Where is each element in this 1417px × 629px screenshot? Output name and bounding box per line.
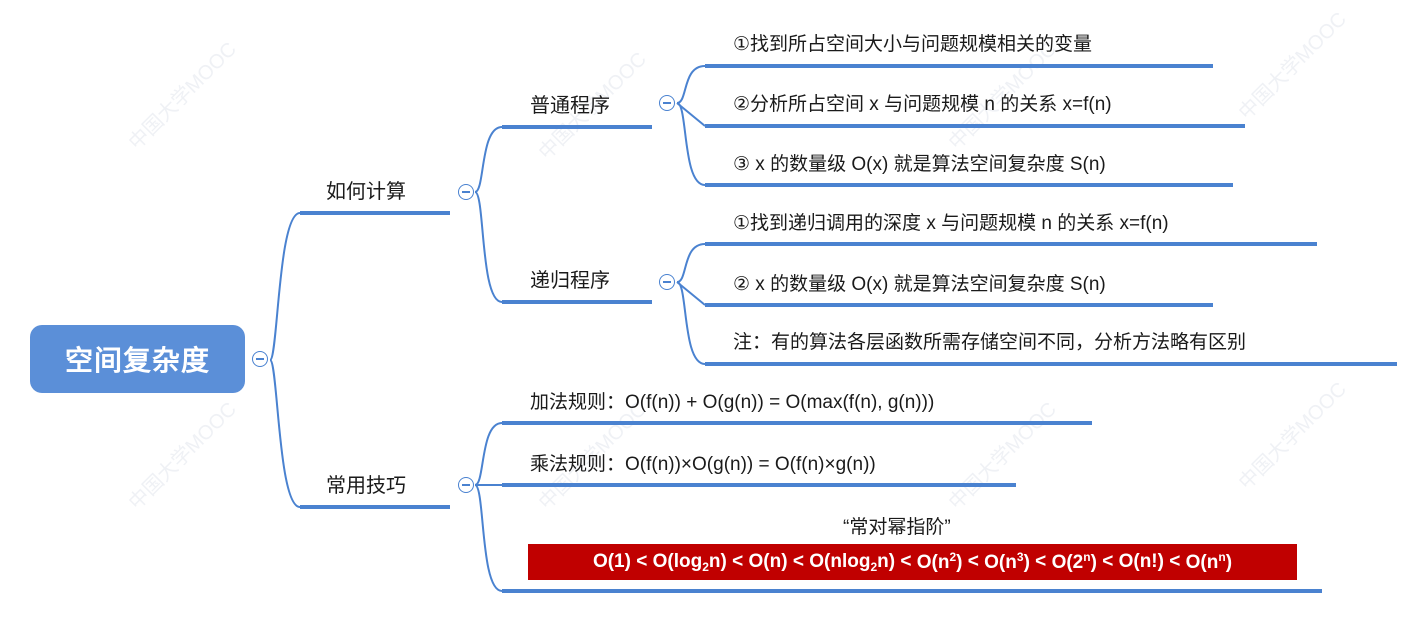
collapse-tips-icon[interactable] (458, 477, 474, 493)
order-separator: < (732, 551, 744, 572)
leaf-underline (502, 421, 1092, 425)
node-underline (300, 211, 450, 215)
node-how-to-calc[interactable]: 如何计算 (326, 180, 406, 204)
order-term: O(n2) (916, 550, 963, 573)
link-tips-order (474, 484, 503, 592)
order-term: O(nn) (1185, 550, 1233, 573)
complexity-order-highlight[interactable]: O(1) < O(log2n) < O(n) < O(nlog2n) < O(n… (528, 544, 1297, 580)
order-term: O(2n) (1051, 550, 1097, 573)
leaf-normal-3[interactable]: ③ x 的数量级 O(x) 就是算法空间复杂度 S(n) (733, 153, 1106, 177)
leaf-normal-1[interactable]: ①找到所占空间大小与问题规模相关的变量 (733, 33, 1092, 57)
link-root-tips (269, 359, 301, 508)
link-normal-1 (676, 65, 706, 104)
leaf-underline (705, 64, 1213, 68)
order-separator: < (967, 551, 979, 572)
leaf-rec-1[interactable]: ①找到递归调用的深度 x 与问题规模 n 的关系 x=f(n) (733, 212, 1169, 236)
leaf-add-rule[interactable]: 加法规则：O(f(n)) + O(g(n)) = O(max(f(n), g(n… (530, 391, 934, 415)
order-separator: < (636, 551, 648, 572)
order-separator: < (792, 551, 804, 572)
leaf-underline (705, 362, 1397, 366)
order-term: O(n!) (1118, 551, 1164, 572)
order-term: O(1) (592, 551, 631, 572)
connector-lines (269, 65, 706, 592)
collapse-recursive-icon[interactable] (659, 274, 675, 290)
collapse-normal-icon[interactable] (659, 95, 675, 111)
order-term: O(log2n) (652, 550, 727, 574)
order-term: O(n3) (984, 550, 1030, 573)
mnemonic-text: “常对幂指阶” (843, 517, 951, 538)
node-recursive-program[interactable]: 递归程序 (530, 269, 610, 293)
link-how-normal (474, 126, 503, 193)
node-underline (502, 125, 652, 129)
link-tips-add (474, 422, 503, 486)
node-tips[interactable]: 常用技巧 (326, 474, 406, 498)
root-node[interactable]: 空间复杂度 (30, 325, 245, 393)
node-underline (502, 300, 652, 304)
leaf-normal-2[interactable]: ②分析所占空间 x 与问题规模 n 的关系 x=f(n) (733, 93, 1112, 117)
leaf-underline (705, 124, 1245, 128)
order-separator: < (1169, 551, 1181, 572)
leaf-underline (705, 303, 1213, 307)
order-term: O(n) (748, 551, 788, 572)
collapse-root-icon[interactable] (252, 351, 268, 367)
leaf-underline (502, 483, 1016, 487)
leaf-mul-rule[interactable]: 乘法规则：O(f(n))×O(g(n)) = O(f(n)×g(n)) (530, 453, 876, 477)
leaf-rec-3[interactable]: 注：有的算法各层函数所需存储空间不同，分析方法略有区别 (733, 331, 1246, 355)
leaf-underline (705, 183, 1233, 187)
order-separator: < (1102, 551, 1114, 572)
leaf-underline (502, 589, 1322, 593)
order-separator: < (900, 551, 912, 572)
collapse-how-icon[interactable] (458, 184, 474, 200)
link-rec-1 (676, 243, 706, 283)
leaf-rec-2[interactable]: ② x 的数量级 O(x) 就是算法空间复杂度 S(n) (733, 273, 1106, 297)
node-underline (300, 505, 450, 509)
node-normal-program[interactable]: 普通程序 (530, 94, 610, 118)
link-root-how (269, 212, 301, 361)
leaf-underline (705, 242, 1317, 246)
order-term: O(nlog2n) (809, 550, 896, 574)
link-how-recursive (474, 191, 503, 303)
order-separator: < (1035, 551, 1047, 572)
